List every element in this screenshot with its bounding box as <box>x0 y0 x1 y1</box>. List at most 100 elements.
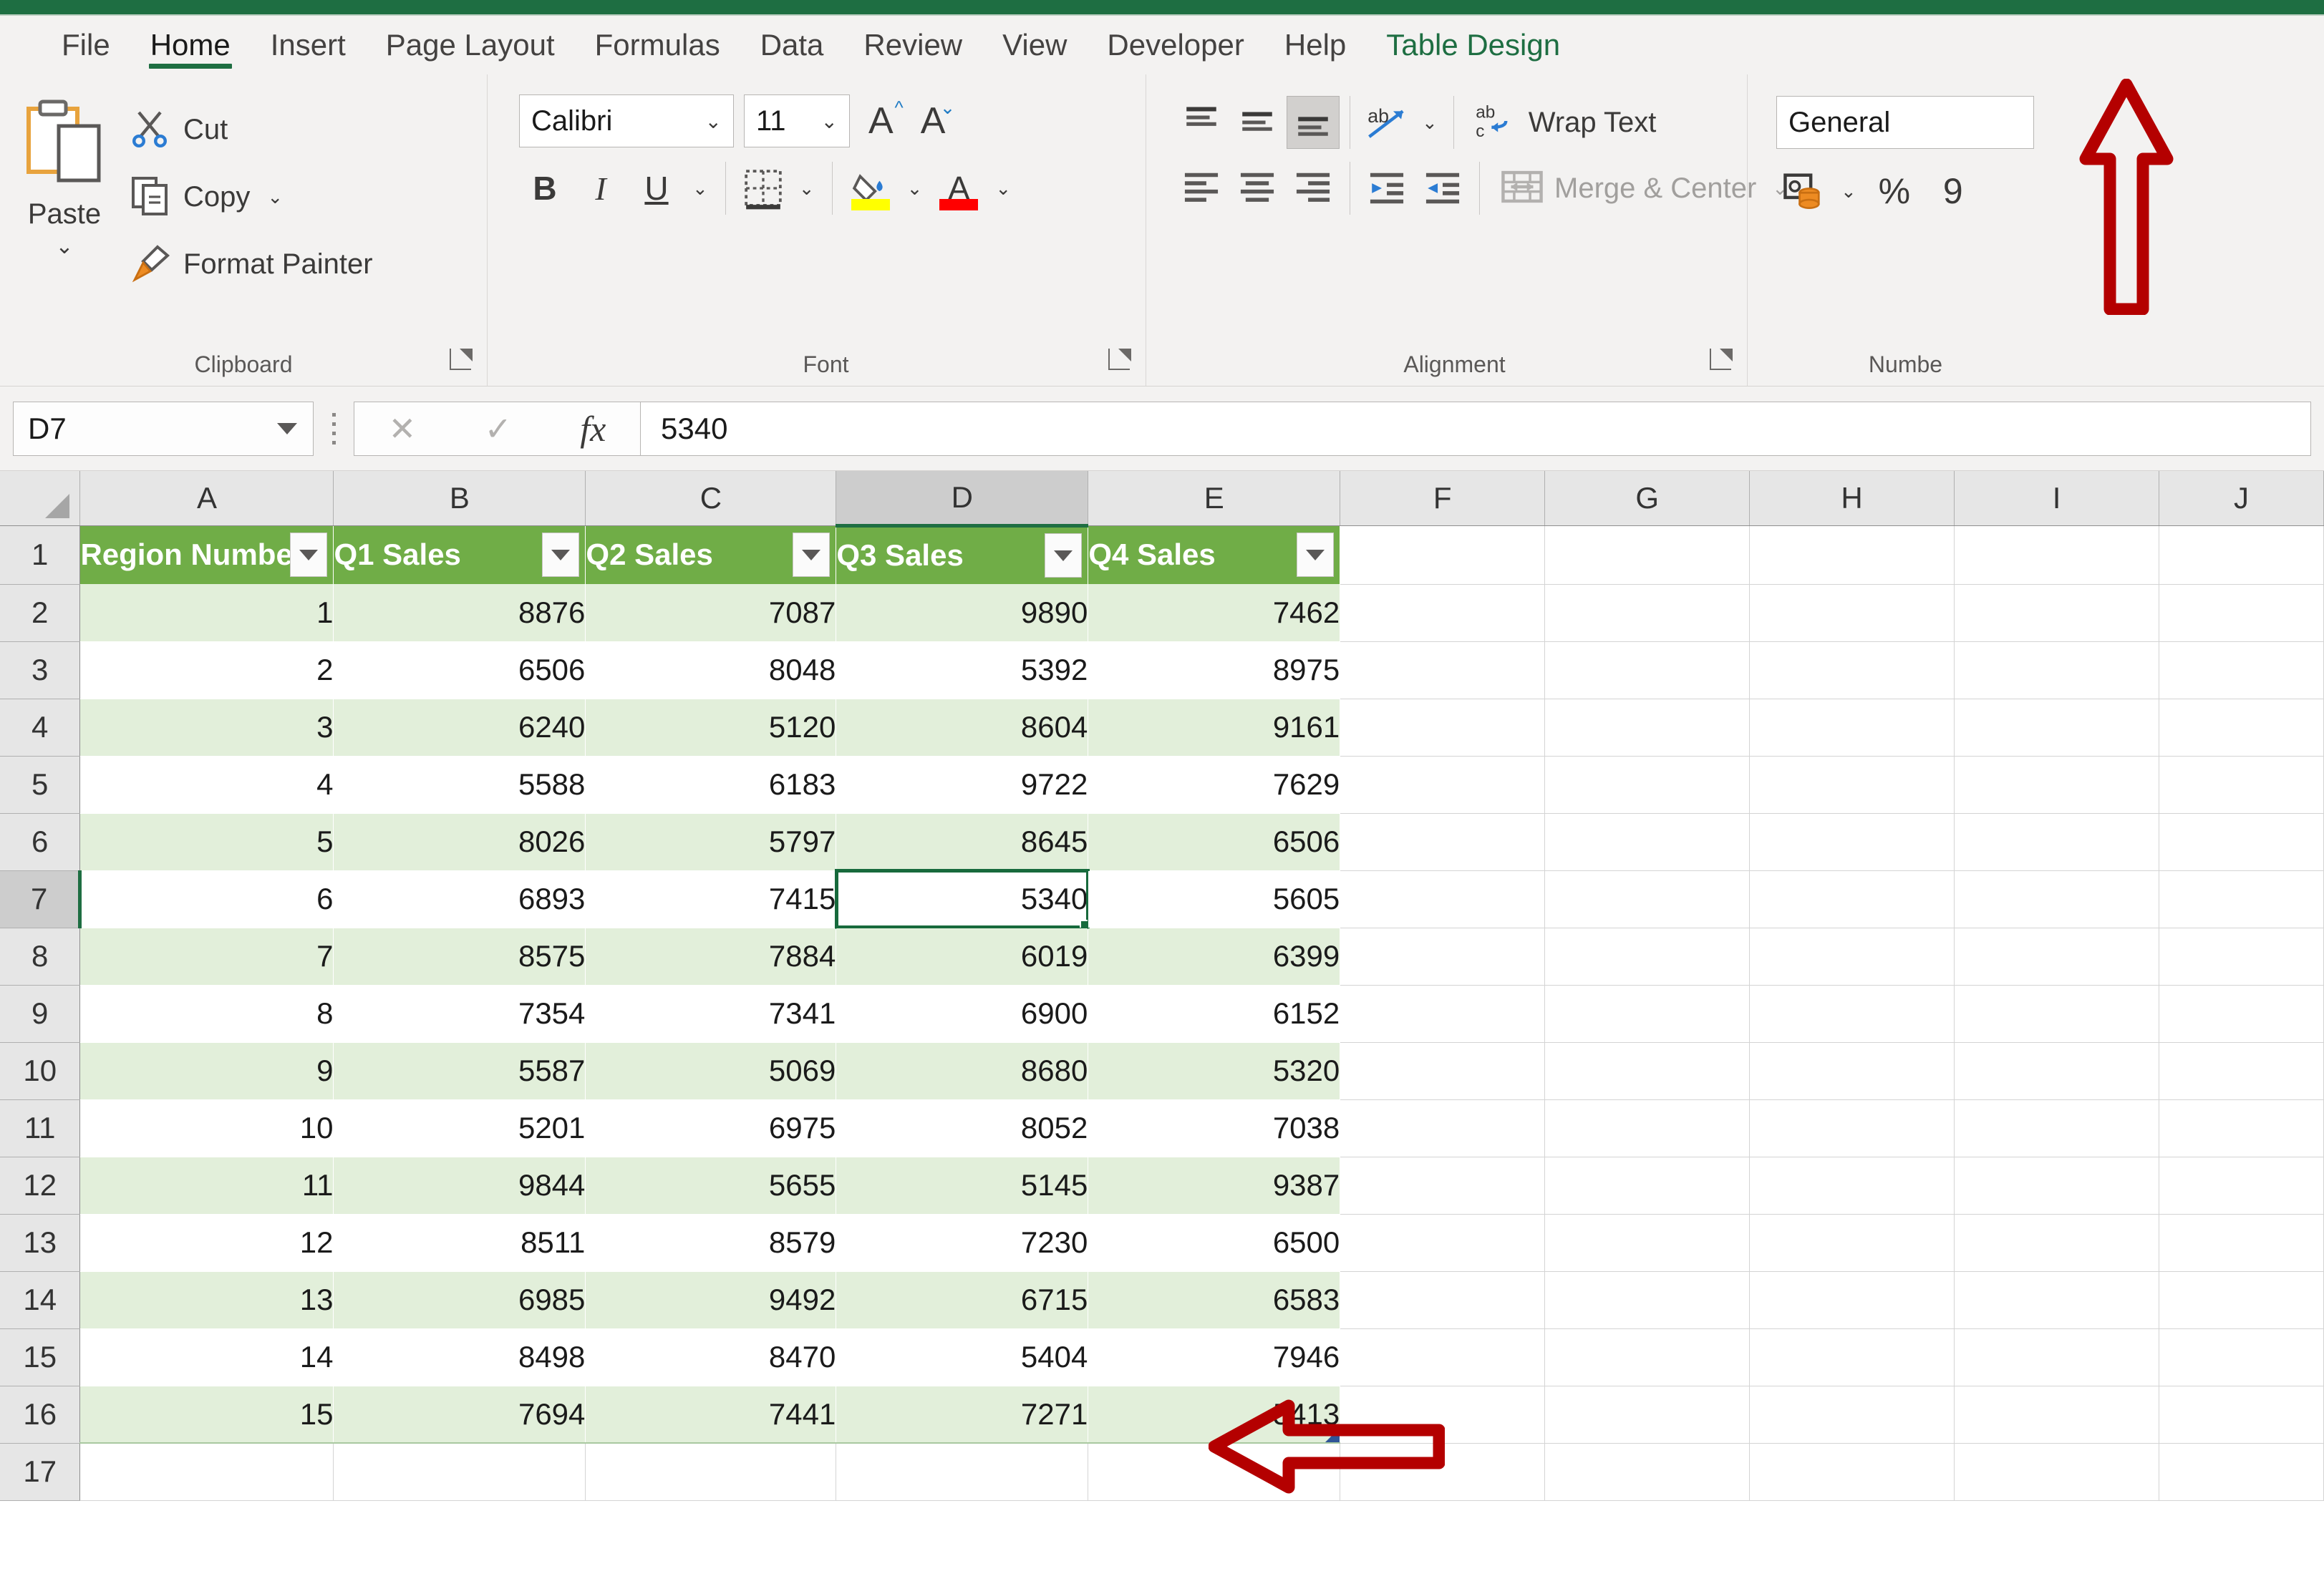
cell-F17[interactable] <box>1340 1443 1546 1501</box>
cell-J13[interactable] <box>2159 1214 2324 1272</box>
cell-B13[interactable]: 8511 <box>333 1214 586 1272</box>
number-format-combo[interactable]: General <box>1776 96 2034 149</box>
align-left-button[interactable] <box>1175 162 1228 215</box>
cell-G8[interactable] <box>1544 928 1751 986</box>
cell-E14[interactable]: 6583 <box>1088 1271 1341 1329</box>
cell-H2[interactable] <box>1749 584 1955 642</box>
row-header-12[interactable]: 12 <box>0 1157 81 1215</box>
cell-I6[interactable] <box>1954 813 2159 871</box>
cell-G13[interactable] <box>1544 1214 1751 1272</box>
font-dialog-launcher[interactable] <box>1108 349 1131 370</box>
clipboard-dialog-launcher[interactable] <box>450 349 473 370</box>
cell-H4[interactable] <box>1749 699 1955 757</box>
cell-E9[interactable]: 6152 <box>1088 985 1341 1043</box>
cell-E6[interactable]: 6506 <box>1088 813 1341 871</box>
cell-B2[interactable]: 8876 <box>333 584 586 642</box>
wrap-text-button[interactable]: ab c Wrap Text <box>1464 99 1656 146</box>
borders-button[interactable] <box>737 162 789 214</box>
row-header-6[interactable]: 6 <box>0 813 81 871</box>
tab-view[interactable]: View <box>982 16 1087 74</box>
cell-A13[interactable]: 12 <box>79 1214 334 1272</box>
cell-I3[interactable] <box>1954 641 2159 699</box>
cell-D5[interactable]: 9722 <box>836 756 1089 814</box>
cell-F2[interactable] <box>1340 584 1546 642</box>
row-header-3[interactable]: 3 <box>0 641 81 699</box>
cell-C2[interactable]: 7087 <box>585 584 837 642</box>
cell-H17[interactable] <box>1749 1443 1955 1501</box>
filter-button-region-number[interactable] <box>290 533 328 578</box>
paste-button[interactable]: Paste ⌄ <box>0 84 129 258</box>
cell-E13[interactable]: 6500 <box>1088 1214 1341 1272</box>
tab-formulas[interactable]: Formulas <box>575 16 740 74</box>
cell-A16[interactable]: 15 <box>79 1386 334 1444</box>
cell-J4[interactable] <box>2159 699 2324 757</box>
filter-button-q2-sales[interactable] <box>793 533 831 578</box>
tab-file[interactable]: File <box>42 16 130 74</box>
cell-I12[interactable] <box>1954 1157 2159 1215</box>
cell-F14[interactable] <box>1340 1271 1546 1329</box>
cell-A6[interactable]: 5 <box>79 813 334 871</box>
cell-J7[interactable] <box>2159 870 2324 928</box>
tab-help[interactable]: Help <box>1264 16 1366 74</box>
cell-H13[interactable] <box>1749 1214 1955 1272</box>
row-header-7[interactable]: 7 <box>0 870 82 928</box>
alignment-dialog-launcher[interactable] <box>1710 349 1733 370</box>
format-painter-button[interactable]: Format Painter <box>129 236 373 292</box>
cell-C6[interactable]: 5797 <box>585 813 837 871</box>
formula-input[interactable]: 5340 <box>640 401 2311 456</box>
cell-I8[interactable] <box>1954 928 2159 986</box>
cell-D10[interactable]: 8680 <box>836 1042 1089 1100</box>
cell-F10[interactable] <box>1340 1042 1546 1100</box>
cell-C3[interactable]: 8048 <box>585 641 837 699</box>
cell-J9[interactable] <box>2159 985 2324 1043</box>
increase-indent-button[interactable] <box>1416 162 1469 215</box>
cell-E12[interactable]: 9387 <box>1088 1157 1341 1215</box>
cell-H9[interactable] <box>1749 985 1955 1043</box>
cell-B10[interactable]: 5587 <box>333 1042 586 1100</box>
filter-button-q3-sales[interactable] <box>1045 533 1083 578</box>
align-top-button[interactable] <box>1175 96 1228 149</box>
cell-H15[interactable] <box>1749 1328 1955 1386</box>
cell-G16[interactable] <box>1544 1386 1751 1444</box>
row-header-8[interactable]: 8 <box>0 928 81 986</box>
cell-H14[interactable] <box>1749 1271 1955 1329</box>
cell-G10[interactable] <box>1544 1042 1751 1100</box>
fill-color-dropdown-chevron-icon[interactable]: ⌄ <box>901 178 929 200</box>
row-header-16[interactable]: 16 <box>0 1386 81 1444</box>
row-header-1[interactable]: 1 <box>0 525 81 585</box>
cell-E17[interactable] <box>1088 1443 1341 1501</box>
cell-F3[interactable] <box>1340 641 1546 699</box>
cell-E7[interactable]: 5605 <box>1088 870 1341 928</box>
cell-I14[interactable] <box>1954 1271 2159 1329</box>
table-resize-handle[interactable] <box>1325 1428 1340 1442</box>
cell-D16[interactable]: 7271 <box>836 1386 1089 1444</box>
cell-E16[interactable]: 5413 <box>1088 1386 1341 1444</box>
cell-C9[interactable]: 7341 <box>585 985 837 1043</box>
font-color-dropdown-chevron-icon[interactable]: ⌄ <box>989 178 1017 200</box>
tab-home[interactable]: Home <box>130 16 251 74</box>
cell-C12[interactable]: 5655 <box>585 1157 837 1215</box>
col-header-G[interactable]: G <box>1544 471 1751 526</box>
row-header-11[interactable]: 11 <box>0 1099 81 1157</box>
cell-E11[interactable]: 7038 <box>1088 1099 1341 1157</box>
col-header-A[interactable]: A <box>79 471 334 526</box>
cell-J16[interactable] <box>2159 1386 2324 1444</box>
cell-D6[interactable]: 8645 <box>836 813 1089 871</box>
cell-H11[interactable] <box>1749 1099 1955 1157</box>
orientation-dropdown-chevron-icon[interactable]: ⌄ <box>1416 112 1443 134</box>
cell-B6[interactable]: 8026 <box>333 813 586 871</box>
cell-F12[interactable] <box>1340 1157 1546 1215</box>
cell-B11[interactable]: 5201 <box>333 1099 586 1157</box>
cell-G12[interactable] <box>1544 1157 1751 1215</box>
cell-G3[interactable] <box>1544 641 1751 699</box>
cell-E4[interactable]: 9161 <box>1088 699 1341 757</box>
filter-button-q1-sales[interactable] <box>542 533 580 578</box>
cell-E10[interactable]: 5320 <box>1088 1042 1341 1100</box>
tab-data[interactable]: Data <box>740 16 844 74</box>
cell-B7[interactable]: 6893 <box>333 870 586 928</box>
cell-D2[interactable]: 9890 <box>836 584 1089 642</box>
cell-I5[interactable] <box>1954 756 2159 814</box>
cell-B3[interactable]: 6506 <box>333 641 586 699</box>
cell-C7[interactable]: 7415 <box>585 870 837 928</box>
cell-C5[interactable]: 6183 <box>585 756 837 814</box>
